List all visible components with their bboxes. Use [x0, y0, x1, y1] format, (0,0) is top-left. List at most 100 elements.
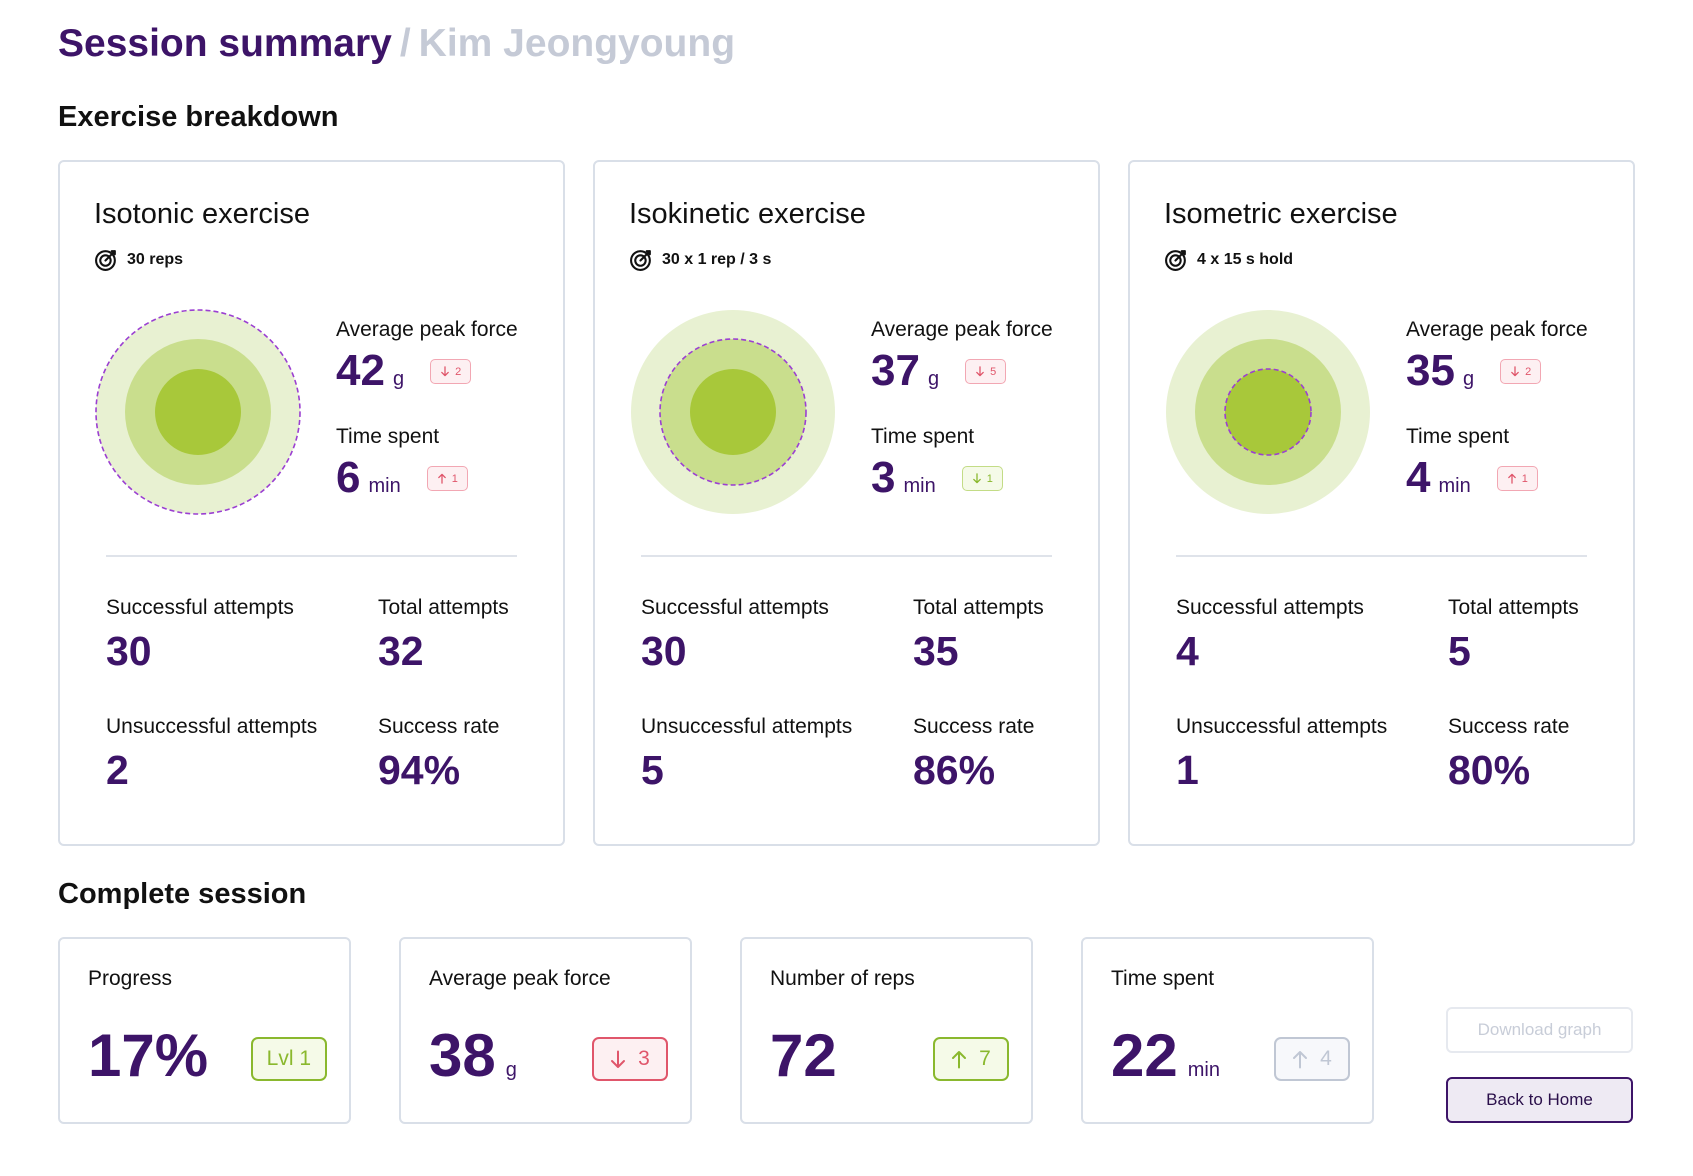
arrow-up-icon: [1507, 473, 1516, 484]
force-delta-value: 2: [455, 365, 462, 378]
progress-rings: [94, 308, 302, 516]
time-label: Time spent: [871, 425, 975, 448]
summary-badge: 4: [1274, 1037, 1350, 1081]
card-divider: [106, 555, 517, 557]
arrow-down-icon: [611, 1050, 626, 1068]
summary-card: Progress 17% Lvl 1: [58, 937, 351, 1124]
successful-value: 30: [641, 628, 687, 674]
stat-successful: Successful attempts 30: [641, 596, 829, 675]
exercise-title: Isotonic exercise: [94, 198, 310, 230]
time-metric: Time spent 3 min 1: [871, 425, 1003, 503]
arrow-down-icon: [972, 473, 981, 484]
force-unit: g: [927, 368, 940, 390]
force-delta-value: 2: [1525, 365, 1532, 378]
force-label: Average peak force: [1406, 318, 1588, 341]
stat-success-rate: Success rate 80%: [1448, 715, 1569, 794]
total-label: Total attempts: [1448, 596, 1579, 619]
stat-successful: Successful attempts 30: [106, 596, 294, 675]
force-label: Average peak force: [871, 318, 1053, 341]
section-title-breakdown: Exercise breakdown: [58, 101, 339, 133]
unsuccessful-label: Unsuccessful attempts: [641, 715, 853, 738]
target-icon: [630, 250, 651, 271]
time-value: 4: [1406, 453, 1431, 502]
card-divider: [641, 555, 1052, 557]
ring-inner: [690, 369, 776, 455]
exercise-target: 4 x 15 s hold: [1164, 247, 1293, 272]
arrow-down-icon: [1511, 366, 1519, 377]
time-delta-value: 1: [1521, 472, 1528, 485]
stat-total: Total attempts 5: [1448, 596, 1579, 675]
unsuccessful-value: 1: [1176, 747, 1199, 793]
time-label: Time spent: [1406, 425, 1510, 448]
stat-total: Total attempts 35: [913, 596, 1044, 675]
download-graph-button[interactable]: Download graph: [1446, 1007, 1633, 1053]
force-delta-badge: 2: [430, 359, 472, 384]
time-value: 3: [871, 453, 896, 502]
arrow-up-icon: [437, 473, 446, 484]
total-value: 5: [1448, 628, 1471, 674]
summary-badge: 7: [933, 1037, 1009, 1081]
exercise-target-text: 30 x 1 rep / 3 s: [662, 250, 772, 268]
successful-label: Successful attempts: [1176, 596, 1364, 619]
exercise-target: 30 reps: [94, 247, 183, 272]
successful-value: 4: [1176, 628, 1199, 674]
time-delta-badge: 1: [426, 466, 468, 491]
page-title-text: Session summary: [58, 22, 392, 65]
summary-badge: 3: [592, 1037, 668, 1081]
summary-badge-text: 3: [638, 1047, 650, 1070]
patient-name: Kim Jeongyoung: [418, 22, 736, 65]
stat-unsuccessful: Unsuccessful attempts 2: [106, 715, 317, 794]
time-delta-value: 1: [451, 472, 458, 485]
time-metric: Time spent 6 min 1: [336, 425, 468, 503]
unsuccessful-value: 5: [641, 747, 664, 793]
success-rate-value: 94%: [378, 747, 461, 793]
force-metric: Average peak force 35 g 2: [1406, 318, 1588, 396]
back-to-home-button[interactable]: Back to Home: [1446, 1077, 1633, 1123]
successful-label: Successful attempts: [641, 596, 829, 619]
stat-unsuccessful: Unsuccessful attempts 1: [1176, 715, 1387, 794]
target-icon: [95, 250, 116, 271]
progress-rings: [1164, 308, 1372, 516]
arrow-down-icon: [976, 366, 984, 377]
time-delta-value: 1: [986, 472, 993, 485]
total-value: 35: [913, 628, 959, 674]
exercise-card: Isotonic exercise 30 reps Average peak for…: [58, 160, 565, 846]
summary-badge-text: 4: [1320, 1047, 1332, 1070]
total-label: Total attempts: [378, 596, 509, 619]
summary-badge-text: Lvl 1: [266, 1047, 311, 1070]
exercise-title: Isokinetic exercise: [629, 198, 866, 230]
arrow-down-icon: [441, 366, 449, 377]
exercise-card: Isokinetic exercise 30 x 1 rep / 3 s Avera…: [593, 160, 1100, 846]
summary-unit: g: [505, 1059, 517, 1081]
time-unit: min: [368, 475, 401, 497]
force-value: 35: [1406, 346, 1455, 395]
force-label: Average peak force: [336, 318, 518, 341]
total-value: 32: [378, 628, 424, 674]
ring-inner: [155, 369, 241, 455]
time-value: 6: [336, 453, 361, 502]
time-metric: Time spent 4 min 1: [1406, 425, 1538, 503]
title-separator: /: [399, 22, 411, 65]
force-value: 42: [336, 346, 385, 395]
force-delta-value: 5: [990, 365, 997, 378]
target-icon: [1165, 250, 1186, 271]
summary-label: Time spent: [1111, 967, 1215, 990]
summary-label: Progress: [88, 967, 173, 990]
stat-success-rate: Success rate 94%: [378, 715, 499, 794]
force-metric: Average peak force 37 g 5: [871, 318, 1053, 396]
stat-successful: Successful attempts 4: [1176, 596, 1364, 675]
summary-value: 72: [770, 1022, 837, 1089]
success-rate-label: Success rate: [913, 715, 1035, 738]
summary-card: Average peak force 38 g 3: [399, 937, 692, 1124]
time-unit: min: [1438, 475, 1471, 497]
success-rate-label: Success rate: [1448, 715, 1570, 738]
summary-label: Average peak force: [429, 967, 611, 990]
force-value: 37: [871, 346, 920, 395]
arrow-up-icon: [1293, 1050, 1308, 1068]
summary-card: Number of reps 72 7: [740, 937, 1033, 1124]
arrow-up-icon: [952, 1050, 967, 1068]
summary-value: 22: [1111, 1022, 1178, 1089]
summary-badge-text: 7: [979, 1047, 991, 1070]
total-label: Total attempts: [913, 596, 1044, 619]
force-delta-badge: 2: [1500, 359, 1542, 384]
